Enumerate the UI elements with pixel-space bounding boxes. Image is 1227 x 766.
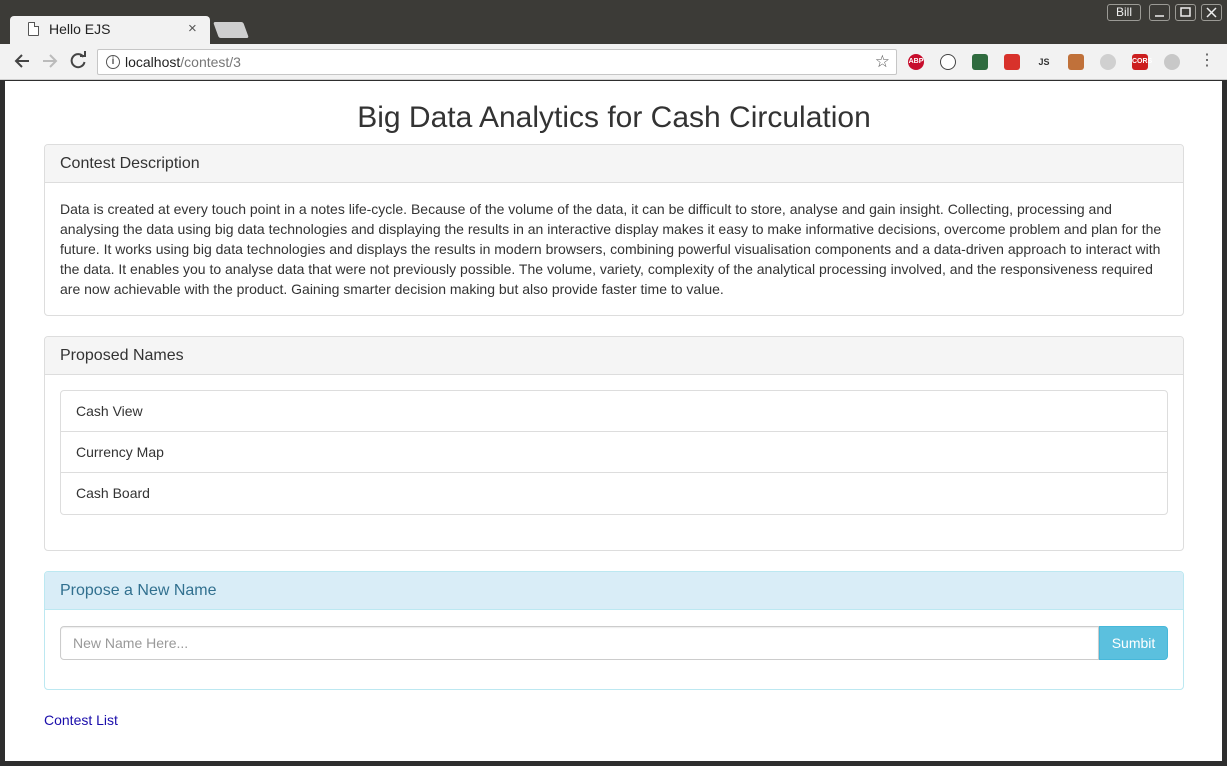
page-icon — [28, 22, 39, 36]
minimize-button[interactable] — [1149, 4, 1170, 21]
description-panel: Contest Description Data is created at e… — [44, 144, 1184, 316]
reload-icon[interactable] — [69, 51, 87, 71]
close-icon — [1206, 7, 1217, 18]
list-item: Cash Board — [76, 485, 150, 501]
tab-title: Hello EJS — [49, 21, 111, 37]
monkey-extension-icon[interactable] — [1068, 54, 1084, 70]
names-list: Cash View Currency Map Cash Board — [60, 390, 1168, 515]
proposed-names-panel: Proposed Names Cash View Currency Map Ca… — [44, 336, 1184, 551]
maximize-button[interactable] — [1175, 4, 1196, 21]
list-item: Cash View — [61, 391, 1167, 432]
proposed-names-body: Cash View Currency Map Cash Board — [45, 375, 1183, 550]
propose-name-heading: Propose a New Name — [45, 572, 1183, 610]
user-profile-button[interactable]: Bill — [1107, 4, 1141, 21]
js-extension-icon[interactable]: JS — [1036, 54, 1052, 70]
cors-extension-icon[interactable]: CORS — [1132, 54, 1152, 70]
browser-menu-icon[interactable]: ⋮ — [1199, 51, 1215, 71]
forward-arrow-icon[interactable] — [41, 51, 59, 71]
browser-tab[interactable]: Hello EJS × — [10, 16, 210, 44]
close-window-button[interactable] — [1201, 4, 1222, 21]
submit-button[interactable]: Sumbit — [1099, 626, 1168, 660]
url-path: /contest/3 — [180, 54, 241, 70]
proposed-names-heading: Proposed Names — [45, 337, 1183, 375]
url-host: localhost — [125, 54, 181, 70]
site-info-icon[interactable]: i — [106, 55, 120, 69]
propose-name-form: Sumbit — [45, 610, 1183, 689]
sync-extension-icon[interactable] — [940, 54, 956, 70]
color-extension-icon[interactable] — [972, 54, 988, 70]
propose-name-panel: Propose a New Name Sumbit — [44, 571, 1184, 690]
tab-close-icon[interactable]: × — [188, 20, 197, 37]
moon-extension-icon[interactable] — [1164, 54, 1180, 70]
description-heading: Contest Description — [45, 145, 1183, 183]
new-name-input[interactable] — [60, 626, 1099, 660]
page-viewport: Big Data Analytics for Cash Circulation … — [5, 81, 1222, 761]
new-tab-button[interactable] — [213, 22, 249, 38]
bookmark-star-icon[interactable]: ☆ — [875, 52, 890, 72]
description-text: Data is created at every touch point in … — [60, 201, 1162, 297]
minimize-icon — [1155, 15, 1164, 17]
window-titlebar: Hello EJS × Bill — [0, 0, 1227, 44]
page-title: Big Data Analytics for Cash Circulation — [357, 101, 871, 134]
contest-list-link[interactable]: Contest List — [44, 712, 118, 728]
input-group: Sumbit — [60, 626, 1168, 660]
red-extension-icon[interactable] — [1004, 54, 1020, 70]
back-arrow-icon[interactable] — [13, 51, 31, 71]
main-container: Big Data Analytics for Cash Circulation … — [44, 81, 1184, 730]
gray-extension-icon[interactable] — [1100, 54, 1116, 70]
maximize-icon — [1180, 7, 1191, 17]
abp-extension-icon[interactable]: ABP — [908, 54, 924, 70]
browser-toolbar: i localhost/contest/3 ☆ ABP JS CORS ⋮ — [0, 44, 1227, 80]
url-text: localhost/contest/3 — [125, 54, 241, 70]
address-bar[interactable]: i localhost/contest/3 ☆ — [97, 49, 897, 75]
list-item: Currency Map — [61, 432, 1167, 473]
